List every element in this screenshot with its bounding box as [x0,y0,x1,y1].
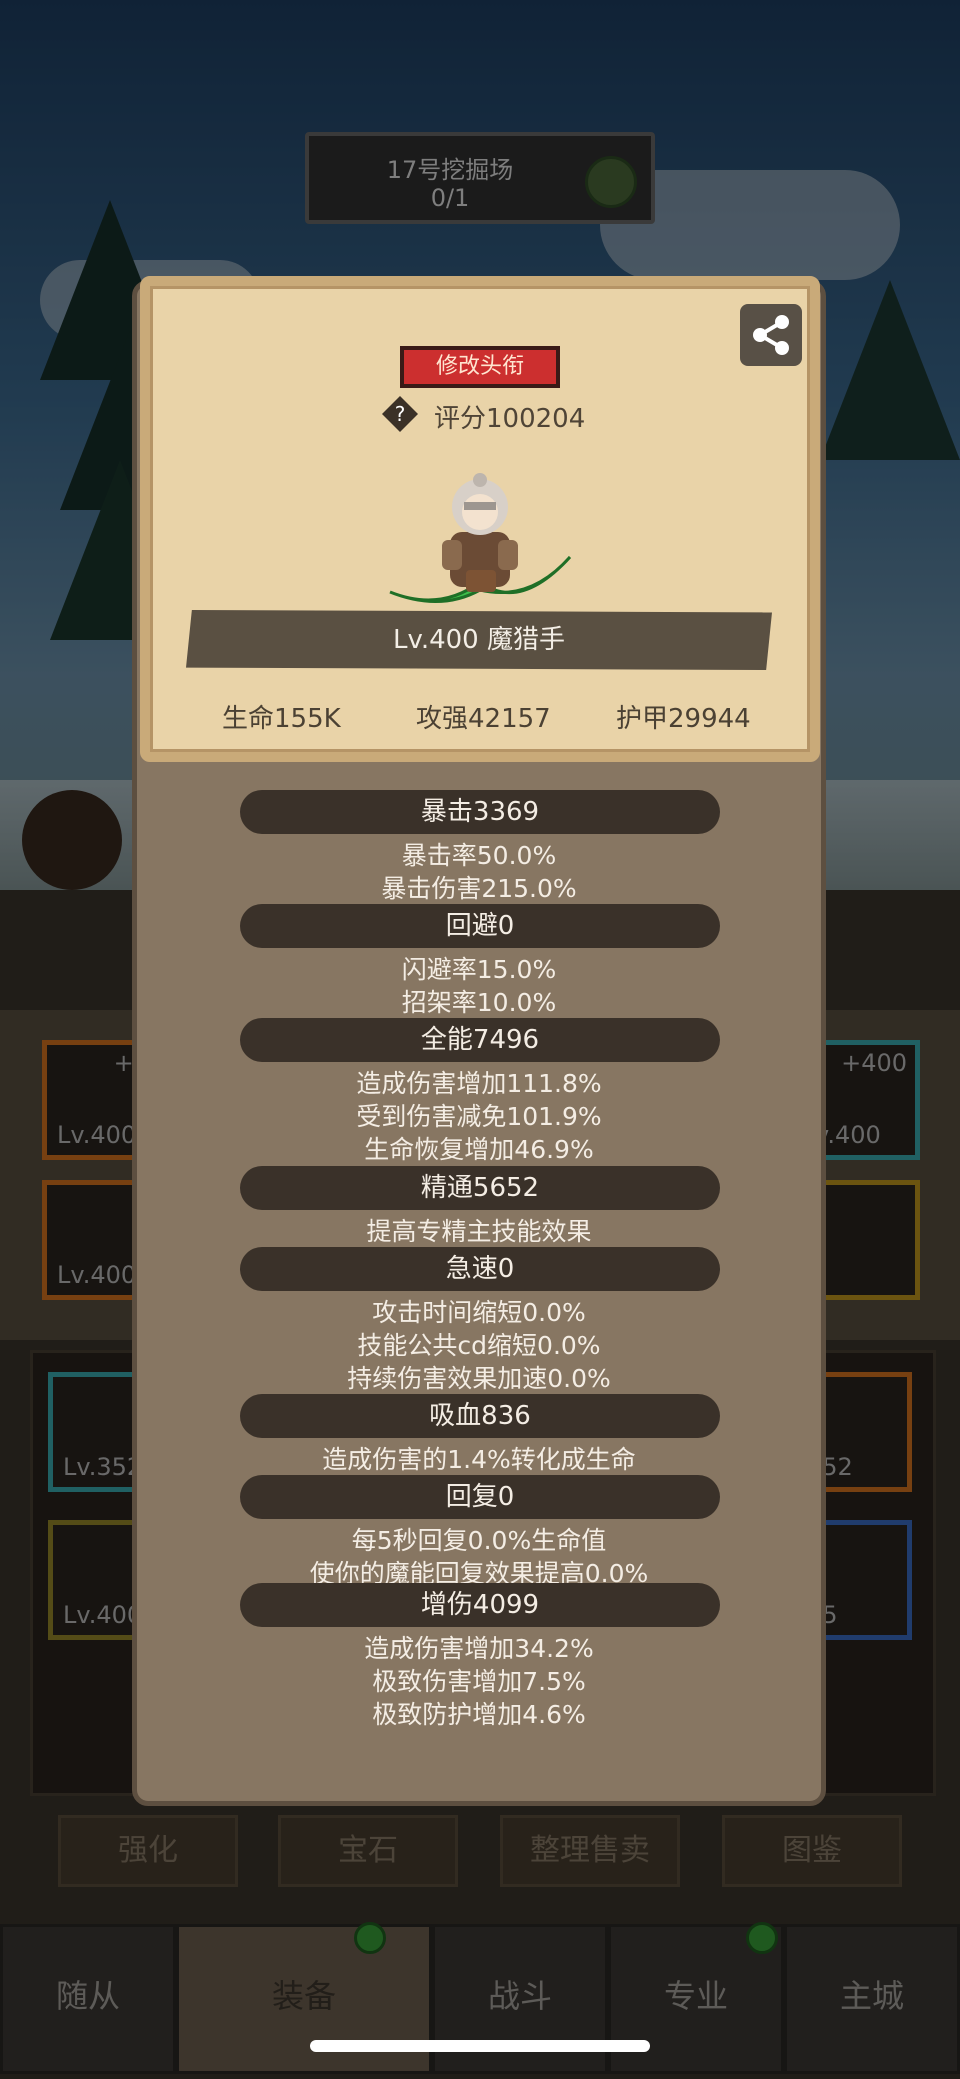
stage-label: 17号挖掘场 0/1 [305,132,655,224]
stat-line: 生命恢复增加46.9% [364,1135,594,1164]
stat-line: 造成伤害增加34.2% [364,1634,594,1663]
help-icon[interactable]: ? [380,394,420,434]
edit-title-button[interactable]: 修改头衔 [400,346,560,388]
stat-line: 闪避率15.0% [401,955,557,984]
stat-health: 生命155K [222,704,341,734]
share-button[interactable] [740,304,802,366]
stage-progress: 0/1 [430,184,470,212]
stat-line: 暴击伤害215.0% [381,874,577,903]
stat-armor: 护甲29944 [616,704,751,734]
stat-line: 造成伤害的1.4%转化成生命 [322,1445,636,1474]
stat-line: 极致伤害增加7.5% [372,1667,586,1696]
stat-line: 招架率10.0% [401,988,557,1017]
stat-header-dodge: 回避0 [240,904,720,948]
svg-text:?: ? [395,402,406,426]
stat-line: 攻击时间缩短0.0% [372,1298,586,1327]
stat-line: 每5秒回复0.0%生命值 [351,1526,607,1555]
stat-line: 持续伤害效果加速0.0% [347,1364,611,1393]
stat-header-damage-bonus: 增伤4099 [240,1583,720,1627]
stat-header-versatility: 全能7496 [240,1018,720,1062]
stat-line: 提高专精主技能效果 [366,1217,592,1246]
stat-header-regen: 回复0 [240,1475,720,1519]
stat-line: 极致防护增加4.6% [372,1700,586,1729]
hero-name: Lv.400 魔猎手 [186,610,772,670]
stat-header-mastery: 精通5652 [240,1166,720,1210]
refresh-icon[interactable] [585,156,637,208]
home-indicator[interactable] [310,2040,650,2052]
stat-line: 受到伤害减免101.9% [356,1102,602,1131]
hero-portrait [389,473,572,603]
stat-header-haste: 急速0 [240,1247,720,1291]
score: 评分100204 [434,404,586,434]
stat-line: 技能公共cd缩短0.0% [357,1331,601,1360]
stage-name: 17号挖掘场 [386,156,514,184]
share-icon [753,315,789,355]
stat-header-crit: 暴击3369 [240,790,720,834]
stat-line: 造成伤害增加111.8% [356,1069,602,1098]
stat-line: 暴击率50.0% [401,841,557,870]
stat-attack: 攻强42157 [416,704,551,734]
stat-header-lifesteal: 吸血836 [240,1394,720,1438]
